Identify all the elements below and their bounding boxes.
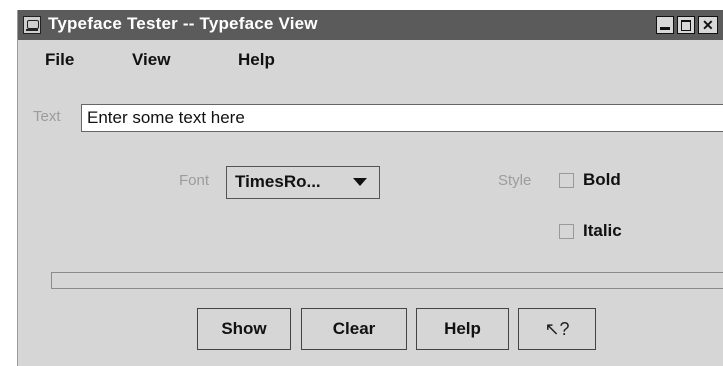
menu-view[interactable]: View xyxy=(132,50,170,70)
progress-bar xyxy=(51,272,723,289)
dropdown-arrow-icon[interactable] xyxy=(353,178,367,186)
context-help-button[interactable]: ↖? xyxy=(518,308,596,350)
bold-checkbox-label[interactable]: Bold xyxy=(583,170,621,190)
style-label: Style xyxy=(498,172,532,189)
clear-button[interactable]: Clear xyxy=(301,308,407,350)
app-icon[interactable] xyxy=(23,16,41,34)
bold-checkbox[interactable] xyxy=(559,173,574,188)
italic-checkbox-label[interactable]: Italic xyxy=(583,221,622,241)
title-bar[interactable]: Typeface Tester -- Typeface View xyxy=(18,10,723,40)
menu-help[interactable]: Help xyxy=(238,50,275,70)
font-label: Font xyxy=(179,172,210,189)
italic-checkbox[interactable] xyxy=(559,224,574,239)
menu-bar: File View Help xyxy=(18,40,723,74)
minimize-icon[interactable] xyxy=(656,16,674,34)
font-select-value: TimesRo... xyxy=(235,172,321,191)
close-icon[interactable] xyxy=(698,16,718,34)
maximize-icon[interactable] xyxy=(677,16,695,34)
window-title: Typeface Tester -- Typeface View xyxy=(48,14,318,33)
help-button[interactable]: Help xyxy=(416,308,509,350)
font-select[interactable]: TimesRo... xyxy=(226,166,380,199)
show-button[interactable]: Show xyxy=(197,308,291,350)
text-input[interactable] xyxy=(81,104,723,132)
text-label: Text xyxy=(33,108,61,125)
menu-file[interactable]: File xyxy=(45,50,74,70)
typeface-tester-window: Typeface Tester -- Typeface View File Vi… xyxy=(17,10,723,366)
context-help-pointer-icon: ↖? xyxy=(544,319,570,339)
